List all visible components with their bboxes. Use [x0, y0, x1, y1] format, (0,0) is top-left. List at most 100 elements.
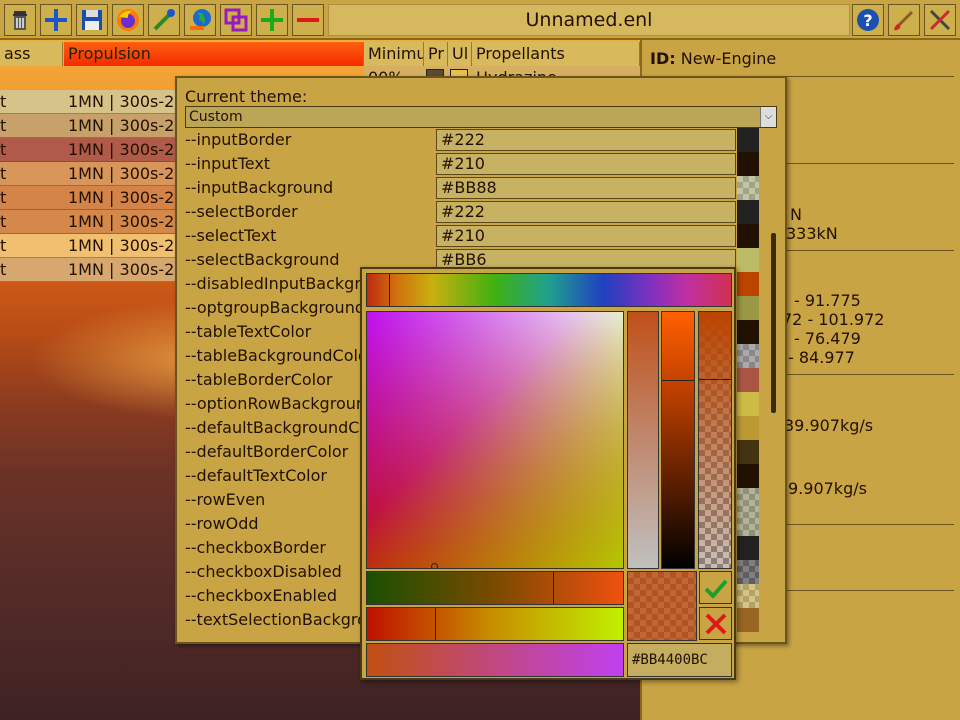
theme-color-swatch[interactable] — [737, 488, 759, 512]
toolbar: Unnamed.enl ? — [0, 0, 960, 40]
theme-property-label: --defaultBorderColor — [185, 442, 349, 461]
theme-color-swatch[interactable] — [737, 584, 759, 608]
new-button[interactable] — [40, 4, 72, 36]
value-strip[interactable] — [661, 311, 695, 569]
add-button[interactable] — [256, 4, 288, 36]
column-header-pr[interactable]: Pr — [424, 42, 448, 66]
slider-marker — [435, 608, 436, 640]
theme-property-input[interactable]: #222 — [436, 129, 736, 151]
theme-color-swatch[interactable] — [737, 224, 759, 248]
theme-select[interactable]: Custom ⌵ — [185, 106, 777, 128]
alpha-strip[interactable] — [698, 311, 732, 569]
column-header-ul[interactable]: Ul — [448, 42, 472, 66]
value-marker — [662, 380, 694, 381]
accept-button[interactable] — [699, 571, 732, 604]
theme-color-swatch[interactable] — [737, 152, 759, 176]
theme-property-input[interactable]: #BB88 — [436, 177, 736, 199]
tools-button[interactable] — [924, 4, 956, 36]
theme-color-swatch[interactable] — [737, 320, 759, 344]
theme-color-swatch[interactable] — [737, 176, 759, 200]
swatch-fill — [737, 584, 759, 608]
theme-color-swatch[interactable] — [737, 536, 759, 560]
red-channel-slider[interactable] — [366, 607, 624, 641]
picker-cursor[interactable] — [431, 563, 438, 568]
column-header-class[interactable]: ass — [0, 42, 63, 66]
current-theme-label: Current theme: — [185, 87, 308, 106]
theme-property-label: --tableBackgroundColo — [185, 346, 360, 365]
cell-class: t — [0, 92, 7, 111]
theme-color-swatch[interactable] — [737, 248, 759, 272]
theme-color-swatch[interactable] — [737, 464, 759, 488]
theme-color-swatch[interactable] — [737, 440, 759, 464]
delete-button[interactable] — [4, 4, 36, 36]
isp-value: - 91.775 — [794, 291, 861, 310]
browser-button[interactable] — [112, 4, 144, 36]
column-header-propulsion[interactable]: Propulsion — [64, 42, 364, 66]
theme-button[interactable] — [888, 4, 920, 36]
save-button[interactable] — [76, 4, 108, 36]
remove-button[interactable] — [292, 4, 324, 36]
theme-color-swatch[interactable] — [737, 296, 759, 320]
lightness-strip[interactable] — [627, 311, 659, 569]
cell-propulsion: 1MN | 300s-2 — [68, 140, 175, 159]
column-header-propellants[interactable]: Propellants — [472, 42, 640, 66]
cell-propulsion: 1MN | 300s-2 — [68, 164, 175, 183]
thrust-value: N — [790, 205, 802, 224]
theme-color-swatch[interactable] — [737, 368, 759, 392]
saturation-value-area[interactable] — [366, 311, 624, 569]
theme-color-swatch[interactable] — [737, 560, 759, 584]
file-title: Unnamed.enl — [328, 4, 850, 36]
theme-property-label: --tableBorderColor — [185, 370, 333, 389]
theme-color-swatch[interactable] — [737, 128, 759, 152]
column-header-minimum[interactable]: Minimu — [364, 42, 424, 66]
theme-color-swatch[interactable] — [737, 512, 759, 536]
theme-property-label: --selectBorder — [185, 202, 298, 221]
isp-value: - 76.479 — [794, 329, 861, 348]
theme-property-input[interactable]: #210 — [436, 153, 736, 175]
duplicate-button[interactable] — [220, 4, 252, 36]
help-button[interactable]: ? — [852, 4, 884, 36]
theme-property-input[interactable]: #222 — [436, 201, 736, 223]
theme-property-label: --rowEven — [185, 490, 266, 509]
swatch-fill — [737, 488, 759, 512]
theme-property-label: --checkboxBorder — [185, 538, 326, 557]
globe-icon — [190, 9, 211, 30]
chevron-down-icon[interactable]: ⌵ — [760, 107, 776, 127]
theme-property-label: --optionRowBackgrour — [185, 394, 360, 413]
theme-color-swatch[interactable] — [737, 272, 759, 296]
export-button[interactable] — [184, 4, 216, 36]
theme-property-label: --textSelectionBackgro — [185, 610, 360, 629]
saturation-overlay — [367, 312, 623, 568]
theme-property-label: --inputBackground — [185, 178, 334, 197]
firefox-icon — [117, 9, 139, 31]
color-picker: #BB4400BC — [360, 267, 736, 680]
scrollbar-thumb[interactable] — [771, 233, 776, 413]
cell-class: t — [0, 116, 7, 135]
hue-strip[interactable] — [366, 273, 732, 307]
theme-color-swatch[interactable] — [737, 344, 759, 368]
theme-color-swatch[interactable] — [737, 392, 759, 416]
theme-color-swatch[interactable] — [737, 608, 759, 632]
theme-property-label: --optgroupBackground — [185, 298, 360, 317]
theme-property-label: --inputText — [185, 154, 271, 173]
hex-input[interactable]: #BB4400BC — [627, 643, 732, 677]
cell-propulsion: 1MN | 300s-2 — [68, 188, 175, 207]
theme-brush-icon — [894, 10, 914, 31]
cell-class: t — [0, 212, 7, 231]
edit-button[interactable] — [148, 4, 180, 36]
theme-property-input[interactable]: #210 — [436, 225, 736, 247]
cell-class: t — [0, 164, 7, 183]
swatch-fill — [737, 344, 759, 368]
theme-property-label: --selectBackground — [185, 250, 340, 269]
swatch-fill — [737, 176, 759, 200]
theme-color-swatch[interactable] — [737, 200, 759, 224]
green-channel-slider[interactable] — [366, 571, 624, 605]
blue-channel-slider[interactable] — [366, 643, 624, 677]
close-icon — [705, 613, 726, 634]
cancel-button[interactable] — [699, 607, 732, 640]
theme-property-label: --checkboxDisabled — [185, 562, 342, 581]
theme-property-label: --disabledInputBackgr — [185, 274, 360, 293]
cell-propulsion: 1MN | 300s-2 — [68, 116, 175, 135]
cell-class: t — [0, 260, 7, 279]
theme-color-swatch[interactable] — [737, 416, 759, 440]
